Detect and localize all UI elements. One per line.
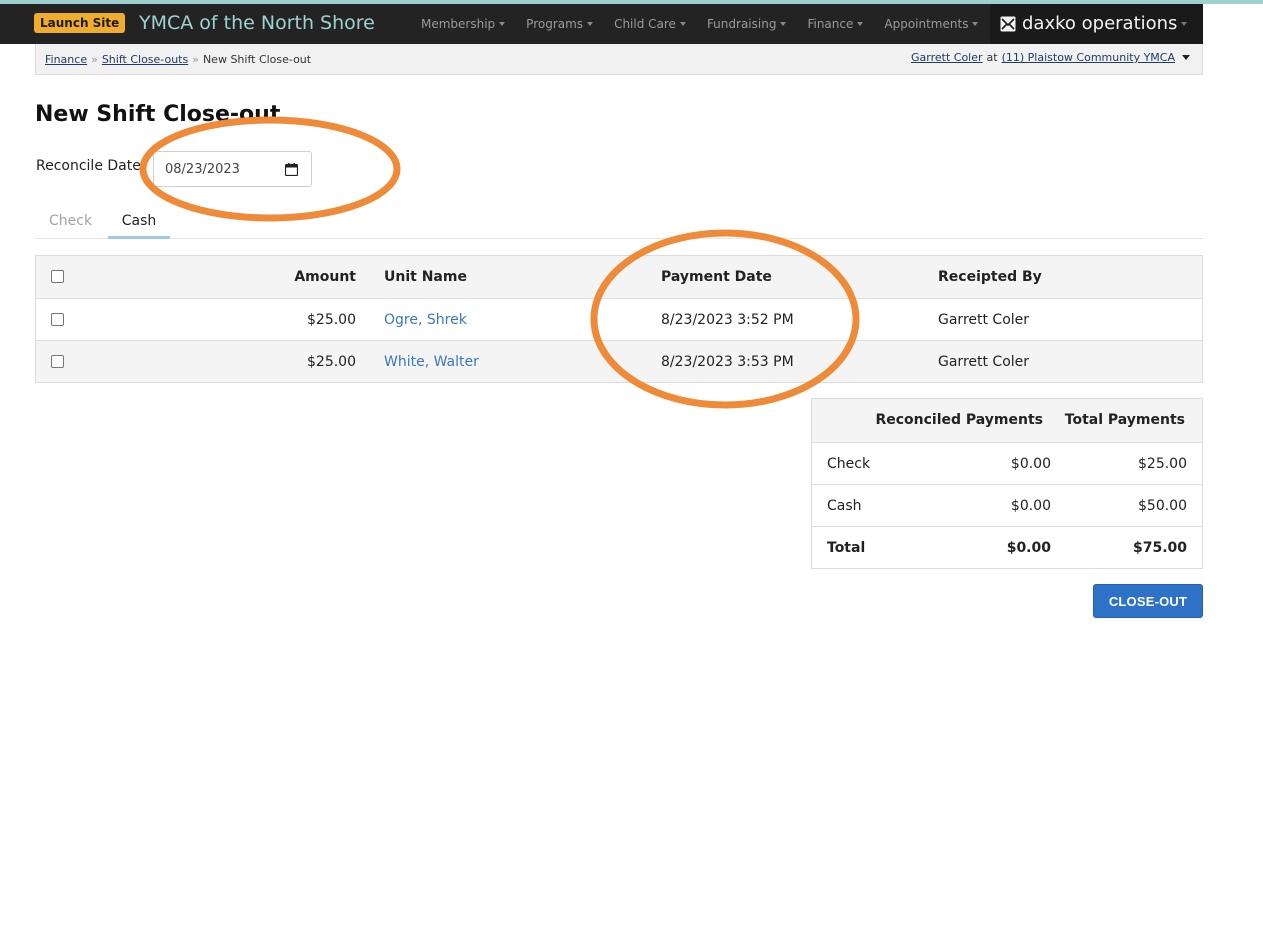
- breadcrumb-current: New Shift Close-out: [202, 53, 312, 66]
- summary-row-cash: Cash $0.00 $50.00: [812, 484, 1202, 526]
- breadcrumb-shift-close-outs[interactable]: Shift Close-outs: [102, 53, 188, 66]
- total-value: $25.00: [1138, 456, 1187, 472]
- summary-row-check: Check $0.00 $25.00: [812, 442, 1202, 484]
- chevron-down-icon: [857, 22, 864, 26]
- unit-name-link[interactable]: Ogre, Shrek: [384, 312, 467, 328]
- menu-item-appointments[interactable]: Appointments: [884, 17, 979, 31]
- menu-item-programs[interactable]: Programs: [526, 17, 594, 31]
- caret-down-icon[interactable]: [1182, 55, 1190, 60]
- column-header-receipted-by: Receipted By: [938, 269, 1042, 285]
- amount-cell: $25.00: [307, 354, 356, 370]
- summary-row-label: Total: [827, 540, 866, 556]
- breadcrumb: Finance» Shift Close-outs» New Shift Close…: [45, 53, 311, 66]
- close-out-button[interactable]: CLOSE-OUT: [1093, 584, 1203, 618]
- reconcile-date-input[interactable]: 08/23/2023: [153, 151, 312, 187]
- user-location-menu[interactable]: Garrett Coler at (11) Plaistow Community…: [911, 51, 1190, 64]
- menu-item-finance[interactable]: Finance: [807, 17, 864, 31]
- payment-date-cell: 8/23/2023 3:53 PM: [661, 354, 794, 370]
- reconcile-date-value: 08/23/2023: [165, 161, 240, 177]
- org-name[interactable]: YMCA of the North Shore: [139, 11, 375, 35]
- receipted-by-cell: Garrett Coler: [938, 354, 1030, 370]
- tab-cash[interactable]: Cash: [108, 213, 170, 239]
- chevron-down-icon: [1181, 22, 1188, 26]
- summary-row-label: Cash: [827, 498, 862, 514]
- user-at-text: at: [986, 51, 998, 64]
- reconciled-value: $0.00: [1010, 498, 1051, 514]
- column-header-payment-date: Payment Date: [661, 269, 772, 285]
- user-name-link[interactable]: Garrett Coler: [911, 51, 983, 64]
- top-navbar: Launch Site YMCA of the North Shore Memb…: [0, 4, 1203, 44]
- chevron-down-icon: [499, 22, 506, 26]
- reconcile-date-label: Reconcile Date: [36, 158, 141, 174]
- table-row: $25.00 Ogre, Shrek 8/23/2023 3:52 PM Gar…: [36, 298, 1202, 340]
- payment-date-cell: 8/23/2023 3:52 PM: [661, 312, 794, 328]
- menu-item-membership[interactable]: Membership: [421, 17, 506, 31]
- breadcrumb-bar: Finance» Shift Close-outs» New Shift Close…: [35, 44, 1203, 75]
- tab-check[interactable]: Check: [49, 213, 92, 229]
- launch-site-button[interactable]: Launch Site: [34, 13, 126, 33]
- column-header-total-payments: Total Payments: [1064, 412, 1185, 428]
- amount-cell: $25.00: [307, 312, 356, 328]
- row-checkbox[interactable]: [51, 313, 64, 326]
- brand-name: daxko operations: [1022, 13, 1178, 34]
- calendar-icon[interactable]: [285, 163, 298, 176]
- table-header-row: Amount Unit Name Payment Date Receipted …: [36, 256, 1202, 298]
- summary-row-label: Check: [827, 456, 871, 472]
- reconciled-value: $0.00: [1006, 540, 1051, 556]
- summary-row-total: Total $0.00 $75.00: [812, 526, 1202, 568]
- unit-name-link[interactable]: White, Walter: [384, 354, 479, 370]
- breadcrumb-separator: »: [91, 53, 98, 66]
- brand-menu[interactable]: daxko operations: [990, 4, 1203, 44]
- chevron-down-icon: [780, 22, 787, 26]
- total-value: $50.00: [1138, 498, 1187, 514]
- chevron-down-icon: [972, 22, 979, 26]
- receipted-by-cell: Garrett Coler: [938, 312, 1030, 328]
- envelope-logo-icon: [1000, 16, 1016, 32]
- summary-header-row: Reconciled Payments Total Payments: [812, 399, 1202, 442]
- payment-type-tabs: Check Cash: [35, 205, 1203, 239]
- summary-table: Reconciled Payments Total Payments Check…: [811, 398, 1203, 569]
- breadcrumb-separator: »: [192, 53, 199, 66]
- breadcrumb-finance[interactable]: Finance: [45, 53, 87, 66]
- payments-table: Amount Unit Name Payment Date Receipted …: [35, 255, 1203, 383]
- page-title: New Shift Close-out: [35, 102, 281, 127]
- table-row: $25.00 White, Walter 8/23/2023 3:53 PM G…: [36, 340, 1202, 382]
- column-header-reconciled-payments: Reconciled Payments: [875, 412, 1043, 428]
- select-all-checkbox[interactable]: [51, 270, 64, 283]
- main-menu: Membership Programs Child Care Fundraisi…: [421, 4, 999, 44]
- row-checkbox[interactable]: [51, 355, 64, 368]
- total-value: $75.00: [1132, 540, 1187, 556]
- location-link[interactable]: (11) Plaistow Community YMCA: [1002, 51, 1175, 64]
- chevron-down-icon: [587, 22, 594, 26]
- chevron-down-icon: [679, 22, 686, 26]
- menu-item-child-care[interactable]: Child Care: [614, 17, 686, 31]
- column-header-amount: Amount: [294, 269, 356, 285]
- column-header-unit-name: Unit Name: [384, 269, 467, 285]
- menu-item-fundraising[interactable]: Fundraising: [707, 17, 787, 31]
- reconciled-value: $0.00: [1010, 456, 1051, 472]
